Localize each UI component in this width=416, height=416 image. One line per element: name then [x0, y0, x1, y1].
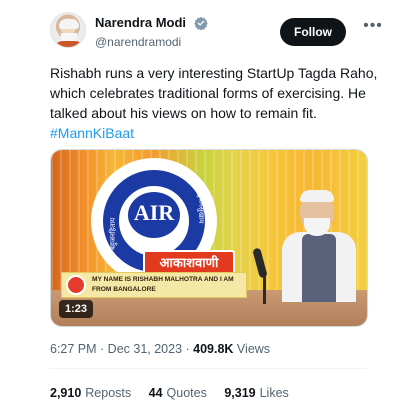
speaker-vest: [302, 234, 336, 302]
likes-count: 9,319: [224, 386, 256, 400]
meta-separator-2: ·: [182, 342, 194, 356]
speaker-hair: [300, 190, 334, 202]
quotes-stat[interactable]: 44 Quotes: [149, 386, 207, 400]
microphone-stand: [263, 274, 266, 304]
logo-center: AIR: [128, 192, 180, 238]
logo-air-text: AIR: [133, 200, 175, 225]
views-count: 409.8K: [193, 342, 234, 356]
author-display-name[interactable]: Narendra Modi: [95, 15, 186, 30]
engagement-stats: 2,910 Reposts 44 Quotes 9,319 Likes: [50, 386, 303, 400]
tweet-time[interactable]: 6:27 PM: [50, 342, 97, 356]
mann-ki-baat-logo: [66, 275, 86, 295]
avatar[interactable]: [50, 12, 86, 48]
logo-side-text-left: बहुजनहिताय: [110, 217, 117, 250]
avatar-hair: [59, 19, 79, 29]
tweet-date[interactable]: Dec 31, 2023: [108, 342, 182, 356]
views-label: Views: [233, 342, 271, 356]
likes-label: Likes: [259, 386, 289, 400]
verified-badge-icon: [194, 16, 209, 31]
video-thumbnail[interactable]: बहुजनहिताय बहुजनसुखाय AIR आकाशवाणी MY NA…: [50, 149, 368, 327]
follow-button[interactable]: Follow: [280, 18, 346, 46]
tweet-meta: 6:27 PM · Dec 31, 2023 · 409.8K Views: [50, 342, 270, 356]
caption-banner: MY NAME IS RISHABH MALHOTRA AND I AM FRO…: [61, 272, 247, 298]
quotes-count: 44: [148, 386, 163, 400]
more-horizontal-icon[interactable]: •••: [362, 18, 384, 40]
likes-stat[interactable]: 9,319 Likes: [224, 386, 288, 400]
speaker-figure: [276, 190, 356, 302]
divider: [50, 368, 366, 369]
logo-ribbon-text: आकाशवाणी: [159, 255, 219, 270]
tweet-body: Rishabh runs a very interesting StartUp …: [50, 65, 378, 121]
video-duration-badge: 1:23: [59, 300, 93, 318]
caption-banner-text: MY NAME IS RISHABH MALHOTRA AND I AM FRO…: [92, 276, 234, 293]
meta-separator: ·: [96, 342, 108, 356]
avatar-shirt: [53, 41, 85, 47]
author-handle[interactable]: @narendramodi: [95, 35, 285, 49]
tweet-header: Narendra Modi @narendramodi Follow •••: [50, 12, 390, 52]
author-names: Narendra Modi @narendramodi: [95, 14, 285, 49]
reposts-label: Reposts: [85, 386, 132, 400]
reposts-count: 2,910: [50, 386, 82, 400]
hashtag-link[interactable]: #MannKiBaat: [50, 125, 134, 141]
tweet-text: Rishabh runs a very interesting StartUp …: [50, 63, 380, 143]
akashvani-logo: बहुजनहिताय बहुजनसुखाय AIR आकाशवाणी: [91, 158, 235, 284]
logo-side-text-right: बहुजनसुखाय: [197, 190, 204, 224]
reposts-stat[interactable]: 2,910 Reposts: [50, 386, 131, 400]
tweet-card: Narendra Modi @narendramodi Follow ••• R…: [0, 0, 416, 416]
quotes-label: Quotes: [166, 386, 207, 400]
